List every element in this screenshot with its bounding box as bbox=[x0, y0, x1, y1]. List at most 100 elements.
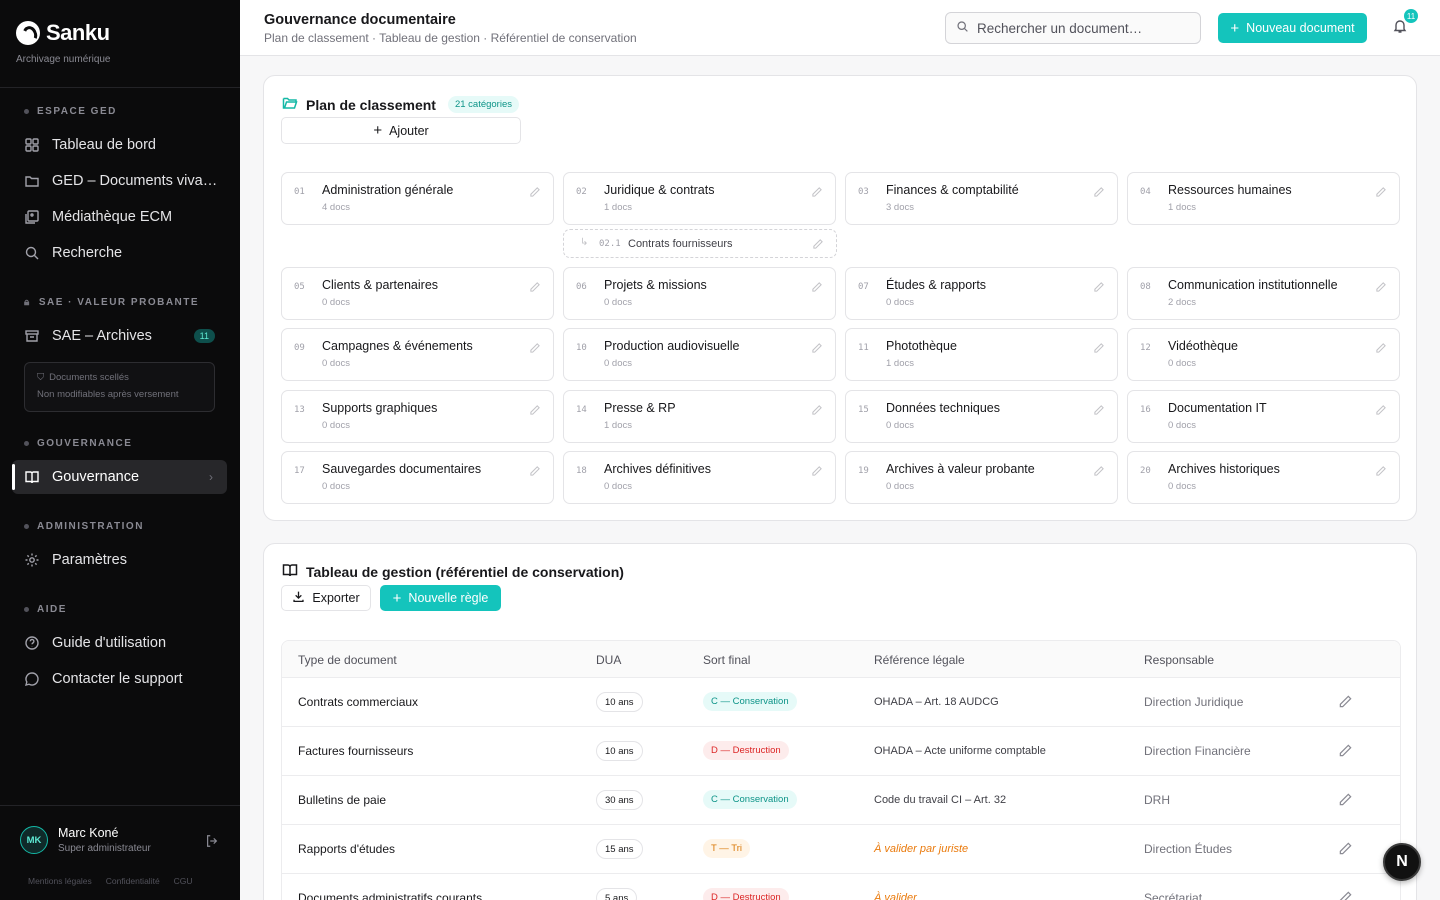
column-header[interactable]: DUA bbox=[596, 653, 621, 667]
category-item[interactable]: 08 Communication institutionnelle 2 docs bbox=[1127, 267, 1400, 320]
sidebar: Sanku Archivage numérique ESPACE GED Tab… bbox=[0, 0, 240, 900]
dua-badge: 30 ans bbox=[596, 790, 643, 810]
sort-final-badge: D — Destruction bbox=[703, 741, 789, 760]
edit-icon[interactable] bbox=[1375, 341, 1387, 359]
category-name: Supports graphiques bbox=[322, 401, 438, 415]
category-item[interactable]: 05 Clients & partenaires 0 docs bbox=[281, 267, 554, 320]
brand[interactable]: Sanku bbox=[16, 20, 110, 46]
category-item[interactable]: 10 Production audiovisuelle 0 docs bbox=[563, 328, 836, 381]
categories-count-badge: 21 catégories bbox=[447, 96, 519, 113]
edit-icon[interactable] bbox=[811, 280, 823, 298]
edit-icon[interactable] bbox=[811, 341, 823, 359]
sidebar-item-ged[interactable]: GED – Documents viva… bbox=[12, 164, 227, 198]
edit-icon[interactable] bbox=[811, 403, 823, 421]
table-row[interactable]: Contrats commerciaux 10 ans C — Conservati… bbox=[282, 678, 1400, 727]
edit-icon[interactable] bbox=[529, 464, 541, 482]
edit-icon[interactable] bbox=[1093, 341, 1105, 359]
edit-icon[interactable] bbox=[1375, 280, 1387, 298]
table-row[interactable]: Rapports d'études 15 ans T — Tri À valider … bbox=[282, 825, 1400, 874]
user-profile[interactable]: MK Marc Koné Super administrateur bbox=[20, 826, 151, 854]
column-header[interactable]: Sort final bbox=[703, 653, 750, 667]
edit-icon[interactable] bbox=[1375, 464, 1387, 482]
document-type: Factures fournisseurs bbox=[298, 744, 414, 758]
category-item[interactable]: 15 Données techniques 0 docs bbox=[845, 390, 1118, 443]
edit-icon[interactable] bbox=[812, 237, 824, 255]
category-item[interactable]: 11 Photothèque 1 docs bbox=[845, 328, 1118, 381]
edit-icon[interactable] bbox=[1093, 185, 1105, 203]
column-header[interactable]: Responsable bbox=[1144, 653, 1214, 667]
add-category-button[interactable]: + Ajouter bbox=[281, 117, 521, 144]
category-name: Archives historiques bbox=[1168, 462, 1280, 476]
category-item[interactable]: 16 Documentation IT 0 docs bbox=[1127, 390, 1400, 443]
edit-icon[interactable] bbox=[1338, 792, 1353, 812]
edit-icon[interactable] bbox=[1375, 185, 1387, 203]
edit-icon[interactable] bbox=[1338, 694, 1353, 714]
category-name: Presse & RP bbox=[604, 401, 676, 415]
category-count: 2 docs bbox=[1168, 297, 1196, 308]
category-item[interactable]: 02 Juridique & contrats 1 docs bbox=[563, 172, 836, 225]
sidebar-item-mediatheque[interactable]: Médiathèque ECM bbox=[12, 200, 227, 234]
sidebar-item-dashboard[interactable]: Tableau de bord bbox=[12, 128, 227, 162]
sidebar-item-gouvernance[interactable]: Gouvernance › bbox=[12, 460, 227, 494]
responsible: Direction Juridique bbox=[1144, 695, 1244, 709]
category-item[interactable]: 03 Finances & comptabilité 3 docs bbox=[845, 172, 1118, 225]
edit-icon[interactable] bbox=[811, 185, 823, 203]
new-document-button[interactable]: + Nouveau document bbox=[1218, 13, 1367, 43]
sidebar-item-parametres[interactable]: Paramètres bbox=[12, 543, 227, 577]
sidebar-item-guide[interactable]: Guide d'utilisation bbox=[12, 626, 227, 660]
edit-icon[interactable] bbox=[1093, 403, 1105, 421]
link-mentions[interactable]: Mentions légales bbox=[28, 876, 92, 886]
subcategory-item[interactable]: ↳ 02.1 Contrats fournisseurs bbox=[563, 229, 837, 258]
divider bbox=[0, 805, 240, 806]
edit-icon[interactable] bbox=[1093, 464, 1105, 482]
export-button[interactable]: Exporter bbox=[281, 585, 371, 611]
dua-badge: 10 ans bbox=[596, 741, 643, 761]
category-item[interactable]: 19 Archives à valeur probante 0 docs bbox=[845, 451, 1118, 504]
edit-icon[interactable] bbox=[811, 464, 823, 482]
edit-icon[interactable] bbox=[1338, 841, 1353, 861]
column-header[interactable]: Référence légale bbox=[874, 653, 965, 667]
category-item[interactable]: 13 Supports graphiques 0 docs bbox=[281, 390, 554, 443]
search-input[interactable]: Rechercher un document… bbox=[945, 12, 1201, 44]
table-row[interactable]: Bulletins de paie 30 ans C — Conservation C… bbox=[282, 776, 1400, 825]
category-item[interactable]: 09 Campagnes & événements 0 docs bbox=[281, 328, 554, 381]
category-item[interactable]: 14 Presse & RP 1 docs bbox=[563, 390, 836, 443]
edit-icon[interactable] bbox=[1375, 403, 1387, 421]
category-item[interactable]: 04 Ressources humaines 1 docs bbox=[1127, 172, 1400, 225]
table-row[interactable]: Factures fournisseurs 10 ans D — Destructi… bbox=[282, 727, 1400, 776]
section-administration: ADMINISTRATION bbox=[24, 521, 144, 532]
edit-icon[interactable] bbox=[529, 341, 541, 359]
sidebar-item-recherche[interactable]: Recherche bbox=[12, 236, 227, 270]
divider bbox=[0, 87, 240, 88]
chat-icon bbox=[24, 671, 40, 687]
column-header[interactable]: Type de document bbox=[298, 653, 397, 667]
category-item[interactable]: 17 Sauvegardes documentaires 0 docs bbox=[281, 451, 554, 504]
edit-icon[interactable] bbox=[529, 280, 541, 298]
category-count: 0 docs bbox=[604, 297, 632, 308]
link-confidentialite[interactable]: Confidentialité bbox=[106, 876, 160, 886]
dua-badge: 5 ans bbox=[596, 888, 638, 900]
section-sae: 🔒︎ SAE · VALEUR PROBANTE bbox=[24, 297, 200, 308]
category-item[interactable]: 07 Études & rapports 0 docs bbox=[845, 267, 1118, 320]
section-espace-ged: ESPACE GED bbox=[24, 106, 117, 117]
category-item[interactable]: 18 Archives définitives 0 docs bbox=[563, 451, 836, 504]
category-count: 4 docs bbox=[322, 202, 350, 213]
category-item[interactable]: 20 Archives historiques 0 docs bbox=[1127, 451, 1400, 504]
table-row[interactable]: Documents administratifs courants 5 ans D … bbox=[282, 874, 1400, 900]
edit-icon[interactable] bbox=[1338, 743, 1353, 763]
edit-icon[interactable] bbox=[529, 403, 541, 421]
edit-icon[interactable] bbox=[529, 185, 541, 203]
sidebar-item-support[interactable]: Contacter le support bbox=[12, 662, 227, 696]
category-item[interactable]: 12 Vidéothèque 0 docs bbox=[1127, 328, 1400, 381]
category-item[interactable]: 01 Administration générale 4 docs bbox=[281, 172, 554, 225]
edit-icon[interactable] bbox=[1338, 890, 1353, 900]
link-cgu[interactable]: CGU bbox=[174, 876, 193, 886]
category-name: Archives à valeur probante bbox=[886, 462, 1035, 476]
sidebar-item-sae-archives[interactable]: SAE – Archives 11 bbox=[12, 319, 227, 353]
floating-n-badge[interactable]: N bbox=[1383, 843, 1421, 881]
sidebar-item-label: Paramètres bbox=[52, 552, 127, 568]
category-item[interactable]: 06 Projets & missions 0 docs bbox=[563, 267, 836, 320]
new-rule-button[interactable]: + Nouvelle règle bbox=[380, 585, 501, 611]
logout-icon[interactable] bbox=[205, 834, 219, 853]
edit-icon[interactable] bbox=[1093, 280, 1105, 298]
